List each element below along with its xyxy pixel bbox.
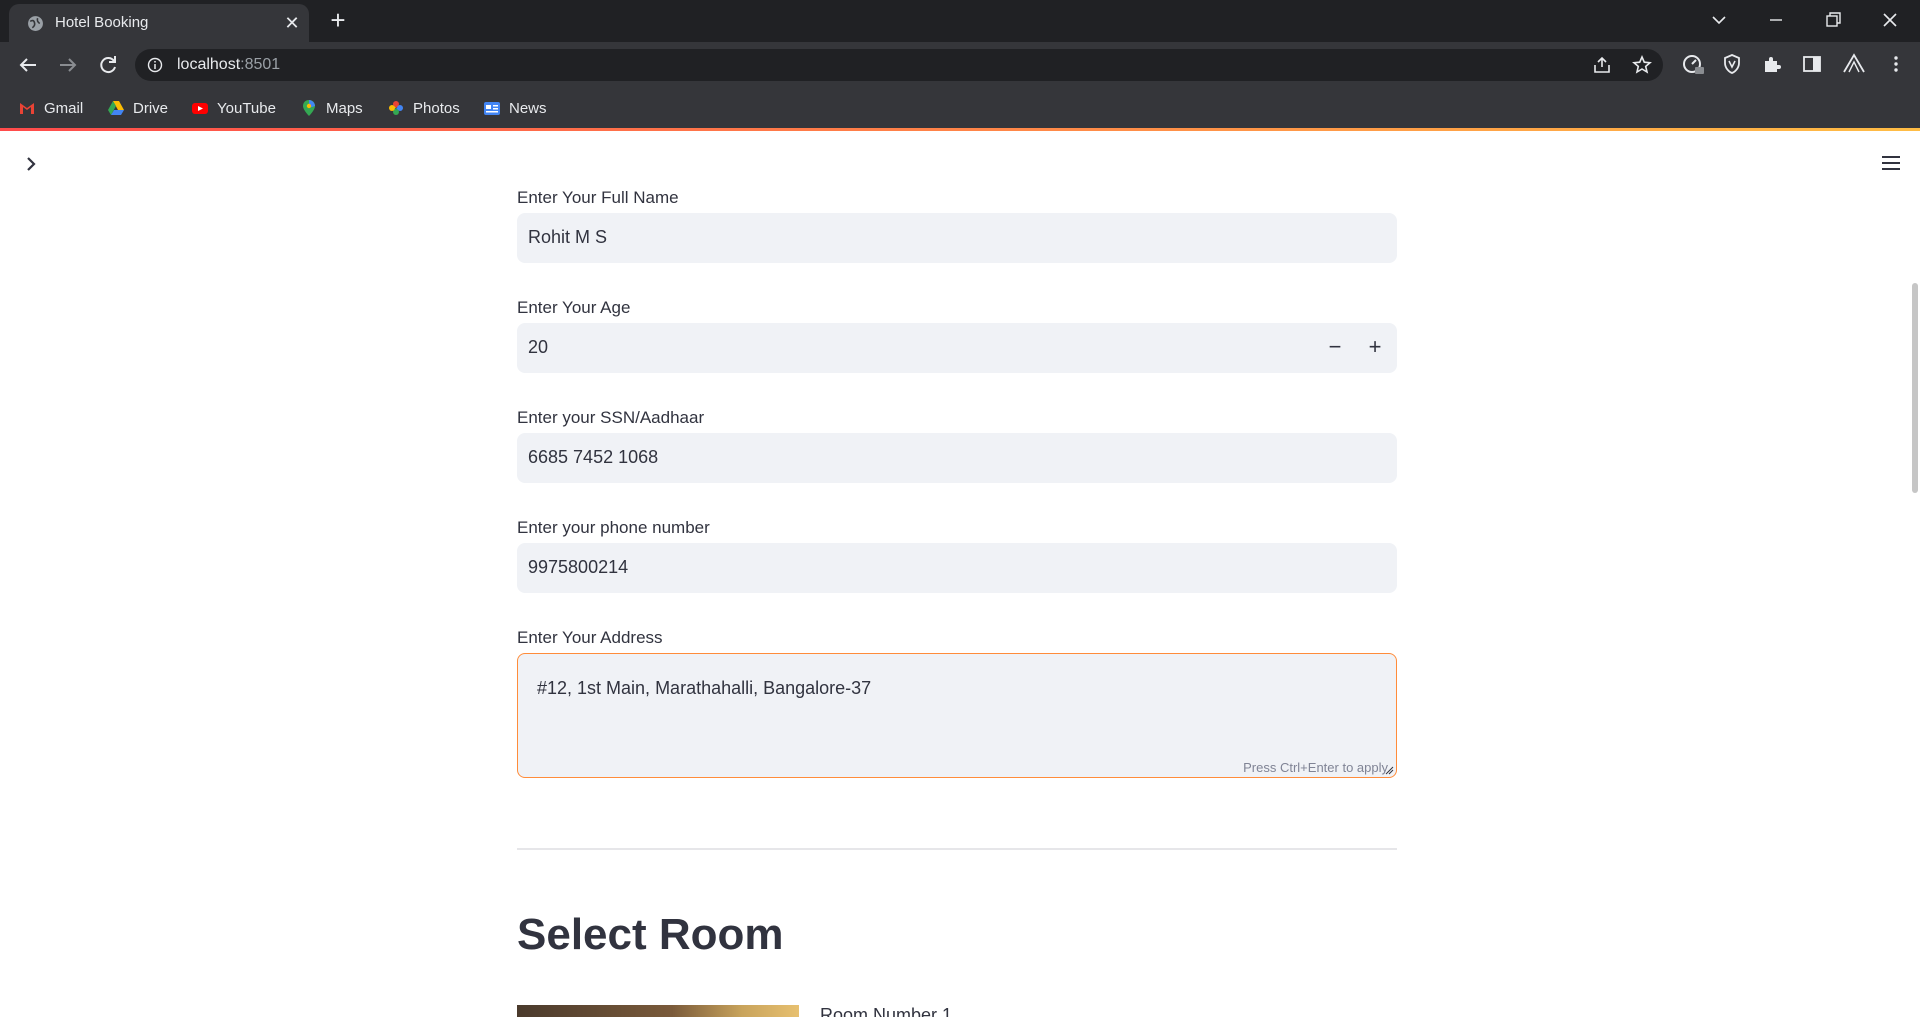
url-host: localhost (177, 56, 241, 73)
increment-button[interactable]: + (1362, 336, 1388, 360)
tab-strip: Hotel Booking ✕ + (0, 0, 1920, 42)
bookmark-label: Gmail (44, 99, 84, 117)
back-icon[interactable] (14, 51, 42, 79)
address-group: Enter Your Address #12, 1st Main, Marath… (517, 627, 1397, 778)
full-name-value: Rohit M S (528, 227, 608, 247)
browser-menu-icon[interactable] (1884, 52, 1908, 76)
address-textarea[interactable]: #12, 1st Main, Marathahalli, Bangalore-3… (517, 653, 1397, 778)
room-image (517, 1005, 799, 1017)
hamburger-menu-icon[interactable] (1879, 151, 1903, 175)
phone-value: 9975800214 (528, 557, 629, 577)
gmail-icon (20, 103, 34, 114)
restore-icon[interactable] (1815, 6, 1851, 34)
age-number-input[interactable]: 20 − + (517, 323, 1397, 373)
age-group: Enter Your Age 20 − + (517, 297, 1397, 373)
photos-icon (389, 101, 403, 115)
bookmark-label: Drive (133, 99, 169, 117)
minimize-icon[interactable] (1758, 6, 1794, 34)
side-panel-icon[interactable] (1800, 52, 1824, 76)
age-label: Enter Your Age (517, 298, 631, 317)
url-text: localhost:8501 (177, 56, 280, 74)
bookmark-news[interactable]: News (483, 97, 547, 119)
address-bar[interactable]: localhost:8501 (135, 49, 1663, 81)
section-divider (517, 848, 1397, 850)
ssn-label: Enter your SSN/Aadhaar (517, 408, 705, 427)
apply-hint: Press Ctrl+Enter to apply (1243, 760, 1388, 775)
address-value: #12, 1st Main, Marathahalli, Bangalore-3… (537, 678, 872, 698)
youtube-icon (192, 103, 208, 114)
bookmark-label: Photos (413, 99, 460, 117)
resize-handle-icon[interactable] (1384, 765, 1394, 775)
bookmarks-bar: Gmail Drive YouTube Maps Photos News (0, 88, 1920, 128)
bookmark-label: YouTube (217, 99, 276, 117)
phone-label: Enter your phone number (517, 518, 710, 537)
browser-toolbar: localhost:8501 (0, 42, 1920, 88)
url-port: :8501 (240, 56, 281, 73)
news-icon (484, 102, 500, 115)
chevron-right-icon[interactable] (20, 153, 42, 175)
bookmark-star-icon[interactable] (1630, 53, 1654, 77)
full-name-group: Enter Your Full Name Rohit M S (517, 187, 1397, 263)
room-number-caption: Room Number 1 (820, 1005, 953, 1017)
tab-close-icon[interactable]: ✕ (281, 12, 303, 34)
bookmark-gmail[interactable]: Gmail (18, 97, 83, 119)
phone-input[interactable]: 9975800214 (517, 543, 1397, 593)
ssn-value: 6685 7452 1068 (528, 447, 659, 467)
tab-hotel-booking[interactable]: Hotel Booking ✕ (9, 4, 309, 42)
address-label: Enter Your Address (517, 628, 663, 647)
new-tab-icon[interactable]: + (325, 7, 351, 34)
full-name-input[interactable]: Rohit M S (517, 213, 1397, 263)
extension-speed-icon[interactable] (1681, 52, 1705, 76)
bookmark-label: Maps (326, 99, 363, 117)
shield-icon[interactable] (1720, 52, 1744, 76)
drive-icon (108, 101, 124, 115)
site-info-icon[interactable] (147, 57, 163, 73)
bookmark-youtube[interactable]: YouTube (191, 97, 276, 119)
phone-group: Enter your phone number 9975800214 (517, 517, 1397, 593)
reload-icon[interactable] (94, 51, 122, 79)
page-scrollbar[interactable] (1912, 283, 1918, 493)
close-window-icon[interactable] (1872, 6, 1908, 34)
bookmark-drive[interactable]: Drive (107, 97, 168, 119)
share-icon[interactable] (1590, 53, 1614, 77)
age-value: 20 (528, 337, 549, 357)
bookmark-photos[interactable]: Photos (387, 97, 460, 119)
full-name-label: Enter Your Full Name (517, 188, 679, 207)
decrement-button[interactable]: − (1322, 336, 1348, 360)
profile-avatar-icon[interactable] (1840, 52, 1868, 76)
tab-title: Hotel Booking (55, 14, 149, 31)
browser-chrome: Hotel Booking ✕ + localhost:8501 Gmail D… (0, 0, 1920, 128)
bookmark-label: News (509, 99, 547, 117)
bookmark-maps[interactable]: Maps (300, 97, 363, 119)
ssn-group: Enter your SSN/Aadhaar 6685 7452 1068 (517, 407, 1397, 483)
select-room-heading: Select Room (517, 910, 784, 959)
forward-icon[interactable] (54, 51, 82, 79)
extensions-puzzle-icon[interactable] (1760, 52, 1784, 76)
maps-icon (303, 100, 315, 116)
tab-search-icon[interactable] (1701, 6, 1737, 34)
ssn-input[interactable]: 6685 7452 1068 (517, 433, 1397, 483)
globe-icon (28, 16, 43, 31)
